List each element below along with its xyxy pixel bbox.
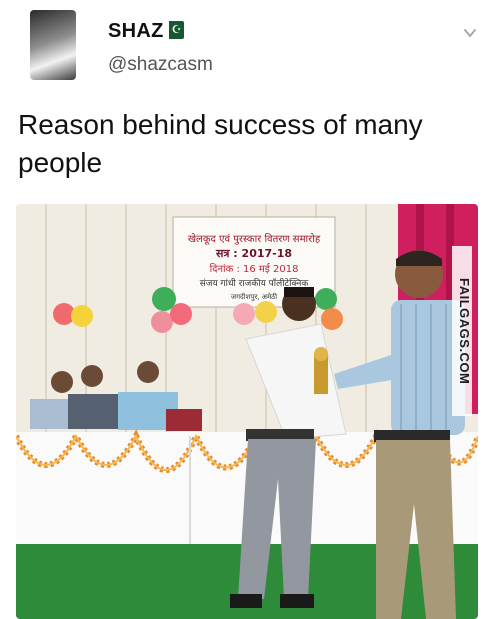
banner-line-1: खेलकूद एवं पुरस्कार वितरण समारोह	[188, 233, 321, 245]
tweet-photo[interactable]: खेलकूद एवं पुरस्कार वितरण समारोह सत्र : …	[16, 204, 478, 619]
avatar[interactable]	[30, 10, 76, 80]
chevron-down-icon[interactable]	[463, 26, 477, 40]
pakistan-flag-icon: ☪	[164, 21, 184, 39]
watermark: FAILGAGS.COM	[452, 246, 472, 416]
user-handle[interactable]: @shazcasm	[108, 54, 213, 76]
tweet-text: Reason behind success of many people	[18, 109, 423, 178]
banner-line-3: दिनांक : 16 मई 2018	[210, 263, 299, 275]
banner-line-5: जगदीशपुर, अमेठी	[231, 292, 277, 301]
display-name[interactable]: SHAZ	[108, 20, 164, 43]
photo-scene: खेलकूद एवं पुरस्कार वितरण समारोह सत्र : …	[16, 204, 478, 619]
banner-line-2: सत्र : 2017-18	[215, 247, 292, 260]
